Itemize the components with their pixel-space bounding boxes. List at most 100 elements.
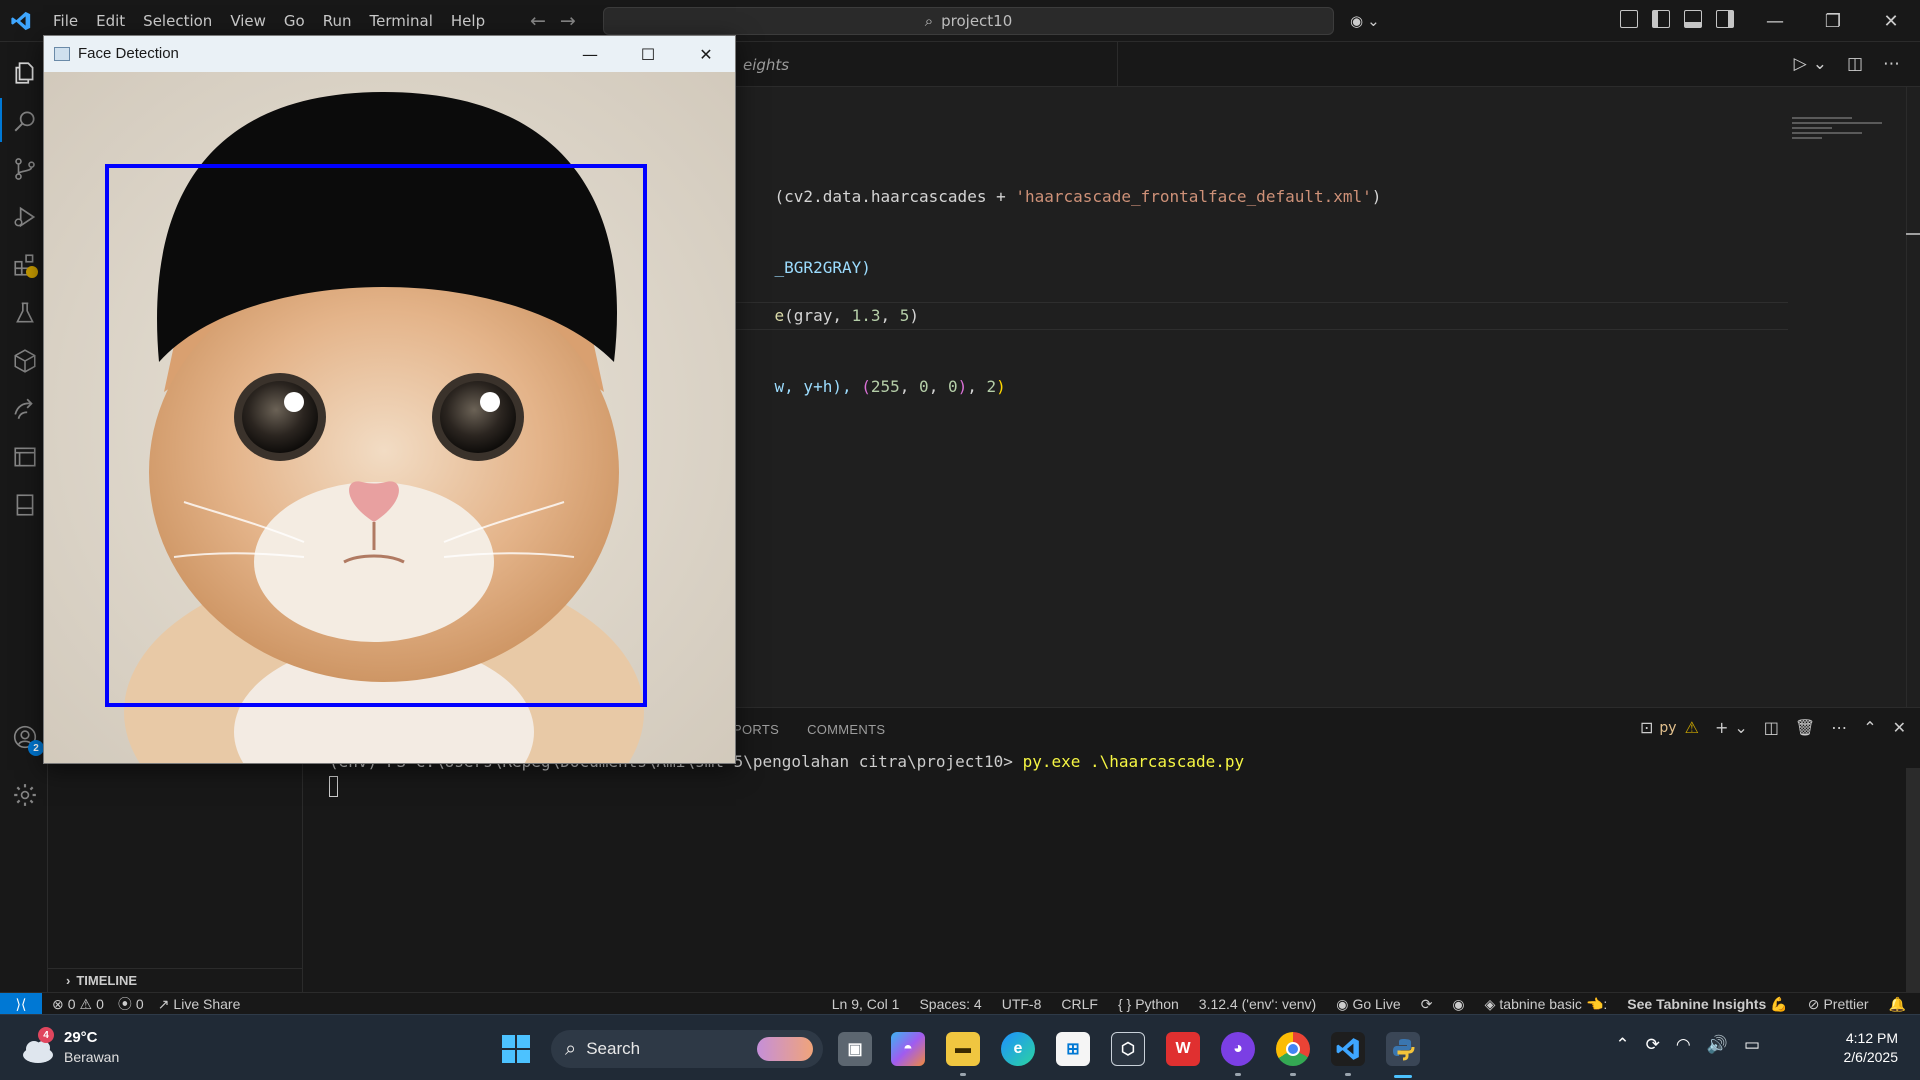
- face-detection-title: Face Detection: [78, 45, 179, 62]
- maximize-icon[interactable]: ☐: [619, 36, 677, 72]
- accounts-icon[interactable]: 2: [12, 724, 44, 756]
- terminal-label[interactable]: py: [1659, 720, 1676, 736]
- toggle-panel-icon[interactable]: [1684, 10, 1702, 28]
- chrome-browser-icon[interactable]: [1276, 1032, 1310, 1066]
- remote-explorer-icon[interactable]: [12, 348, 38, 374]
- editor-scrollbar[interactable]: [1906, 87, 1920, 707]
- flexed-arm-icon: 💪: [1770, 995, 1788, 1012]
- close-icon[interactable]: ✕: [1862, 0, 1920, 42]
- python-taskbar-icon[interactable]: [1386, 1032, 1420, 1066]
- clock-date: 2/6/2025: [1843, 1049, 1899, 1065]
- command-center-search[interactable]: ⌕ project10: [603, 7, 1334, 35]
- restore-icon[interactable]: ❐: [1804, 0, 1862, 42]
- task-view-icon[interactable]: ▣: [838, 1032, 872, 1066]
- toggle-primary-sidebar-icon[interactable]: [1652, 10, 1670, 28]
- more-actions-icon[interactable]: ⋯: [1883, 54, 1900, 74]
- sync-tray-icon[interactable]: ⟳: [1646, 1035, 1660, 1055]
- chevron-down-icon[interactable]: ⌄: [1734, 718, 1747, 737]
- more-actions-icon[interactable]: ⋯: [1831, 718, 1847, 737]
- edge-browser-icon[interactable]: e: [1001, 1032, 1035, 1066]
- book-icon[interactable]: [12, 492, 38, 518]
- indentation[interactable]: Spaces: 4: [919, 996, 981, 1012]
- error-count: 0: [67, 996, 76, 1012]
- battery-icon[interactable]: ▭: [1744, 1035, 1760, 1055]
- testing-icon[interactable]: [12, 300, 38, 326]
- sync-icon[interactable]: ⟳: [1421, 996, 1433, 1013]
- settings-gear-icon[interactable]: [12, 782, 38, 808]
- live-share-icon[interactable]: [12, 396, 38, 422]
- prettier-icon: ⊘: [1807, 995, 1820, 1012]
- cursor-position[interactable]: Ln 9, Col 1: [832, 996, 900, 1012]
- source-control-icon[interactable]: [12, 156, 38, 182]
- forward-arrow-icon[interactable]: →: [560, 10, 576, 32]
- status-bar: ⟩⟨ ⊗ 0 ⚠ 0 ⦿ 0 ↗ Live Share Ln 9, Col 1 Spac…: [0, 992, 1920, 1015]
- live-share-button[interactable]: ↗ Live Share: [158, 996, 241, 1013]
- microsoft-store-icon[interactable]: ⊞: [1056, 1032, 1090, 1066]
- timeline-section[interactable]: › TIMELINE: [48, 968, 303, 992]
- editor-tab[interactable]: eights: [743, 42, 1118, 87]
- file-explorer-icon[interactable]: ▬: [946, 1032, 980, 1066]
- notifications-bell-icon[interactable]: 🔔: [1889, 996, 1906, 1013]
- weather-widget[interactable]: 4 29°C Berawan: [20, 1027, 140, 1071]
- go-live-button[interactable]: ◉ Go Live: [1336, 996, 1400, 1013]
- terminal-icon[interactable]: ⊡: [1640, 718, 1653, 737]
- copilot-button[interactable]: ◉ ⌄: [1350, 10, 1390, 32]
- customize-layout-icon[interactable]: [1620, 10, 1638, 28]
- extensions-icon[interactable]: [12, 252, 38, 278]
- close-panel-icon[interactable]: ✕: [1893, 718, 1906, 737]
- status-left: ⊗ 0 ⚠ 0 ⦿ 0 ↗ Live Share: [52, 993, 240, 1015]
- tabnine-insights-link[interactable]: See Tabnine Insights 💪: [1627, 996, 1787, 1013]
- minimize-icon[interactable]: —: [1746, 0, 1804, 42]
- running-indicator: [1235, 1073, 1241, 1076]
- wps-office-icon[interactable]: W: [1166, 1032, 1200, 1066]
- code-line: _BGR2GRAY): [736, 232, 871, 277]
- minimize-icon[interactable]: —: [561, 36, 619, 72]
- python-interpreter[interactable]: 3.12.4 ('env': venv): [1199, 996, 1316, 1012]
- unity-hub-icon[interactable]: ⬡: [1111, 1032, 1145, 1066]
- vscode-taskbar-icon[interactable]: [1331, 1032, 1365, 1066]
- run-debug-icon[interactable]: [12, 204, 38, 230]
- taskbar-search[interactable]: ⌕ Search: [551, 1030, 823, 1068]
- taskbar-clock[interactable]: 4:12 PM 2/6/2025: [1844, 1029, 1899, 1067]
- github-desktop-icon[interactable]: ◕: [1221, 1032, 1255, 1066]
- toggle-secondary-sidebar-icon[interactable]: [1716, 10, 1734, 28]
- run-python-icon[interactable]: ▷: [1794, 54, 1807, 74]
- tab-label: eights: [743, 55, 790, 74]
- copilot-status-icon[interactable]: ◉: [1452, 996, 1464, 1013]
- running-indicator: [1290, 1073, 1296, 1076]
- remote-indicator-icon[interactable]: ⟩⟨: [0, 993, 42, 1015]
- back-arrow-icon[interactable]: ←: [530, 10, 546, 32]
- split-editor-icon[interactable]: ◫: [1847, 54, 1863, 74]
- warning-count: 0: [96, 996, 104, 1012]
- maximize-panel-icon[interactable]: ⌃: [1863, 718, 1876, 737]
- problems-indicator[interactable]: ⊗ 0 ⚠ 0: [52, 996, 104, 1013]
- copilot-app-icon[interactable]: ◓: [891, 1032, 925, 1066]
- end-of-line[interactable]: CRLF: [1061, 996, 1098, 1012]
- ports-indicator[interactable]: ⦿ 0: [118, 994, 144, 1014]
- trash-icon[interactable]: 🗑: [1795, 718, 1815, 737]
- vscode-logo-icon: [10, 10, 32, 32]
- code-number: 0: [919, 377, 929, 396]
- new-terminal-icon[interactable]: +: [1715, 718, 1728, 737]
- chevron-down-icon[interactable]: ⌄: [1813, 54, 1827, 74]
- terminal-cursor[interactable]: [329, 776, 338, 797]
- volume-icon[interactable]: 🔊: [1707, 1035, 1728, 1055]
- wifi-icon[interactable]: ◠: [1676, 1035, 1691, 1055]
- face-detection-titlebar[interactable]: Face Detection — ☐ ✕: [44, 36, 735, 72]
- start-button[interactable]: [502, 1035, 530, 1063]
- encoding[interactable]: UTF-8: [1002, 996, 1042, 1012]
- minimap[interactable]: [1792, 117, 1892, 157]
- tabnine-status[interactable]: ◈ tabnine basic 👈:: [1485, 996, 1608, 1013]
- show-hidden-icons-icon[interactable]: ⌃: [1615, 1035, 1629, 1055]
- go-live-label: Go Live: [1352, 996, 1401, 1012]
- close-icon[interactable]: ✕: [677, 36, 735, 72]
- terminal-scrollbar[interactable]: [1906, 768, 1920, 993]
- prettier-status[interactable]: ⊘ Prettier: [1808, 996, 1869, 1013]
- panel-view-icon[interactable]: [12, 444, 38, 470]
- language-mode[interactable]: { } Python: [1118, 996, 1179, 1012]
- explorer-icon[interactable]: [12, 60, 38, 86]
- split-terminal-icon[interactable]: ◫: [1764, 718, 1779, 737]
- tab-comments[interactable]: COMMENTS: [793, 722, 899, 737]
- running-indicator: [960, 1073, 966, 1076]
- search-icon[interactable]: [12, 108, 38, 134]
